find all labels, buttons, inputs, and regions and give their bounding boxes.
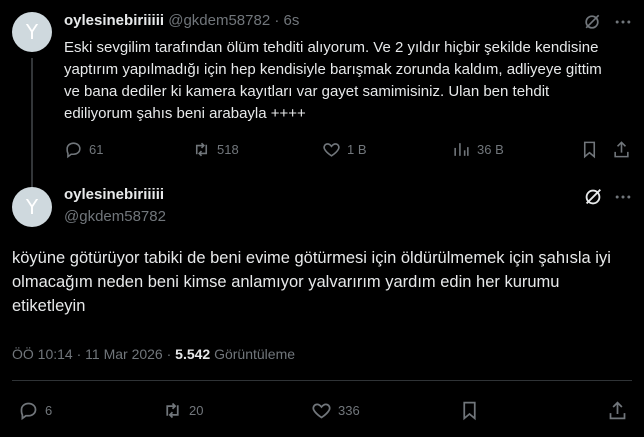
share-icon <box>614 141 629 158</box>
divider <box>12 380 632 381</box>
like-count: 1 B <box>347 142 367 157</box>
avatar-letter: Y <box>25 20 39 44</box>
share-button[interactable] <box>607 400 628 421</box>
repost-button[interactable]: 20 <box>162 400 203 421</box>
grok-button[interactable] <box>582 186 604 208</box>
avatar[interactable]: Y <box>12 12 52 52</box>
grok-icon <box>585 189 601 205</box>
avatar-letter: Y <box>25 195 39 219</box>
bookmark-button[interactable] <box>580 140 599 159</box>
thread-line <box>31 58 33 188</box>
post-time[interactable]: 6s <box>284 12 300 29</box>
views-button[interactable]: 36 B <box>452 140 504 159</box>
post-timestamp[interactable]: ÖÖ 10:14 · 11 Mar 2026 · <box>12 346 175 362</box>
heart-icon <box>323 143 340 157</box>
post-text: köyüne götürüyor tabiki de beni evime gö… <box>12 249 611 315</box>
views-label: Görüntüleme <box>210 346 296 362</box>
post-meta: ÖÖ 10:14 · 11 Mar 2026 · 5.542 Görüntüle… <box>12 346 295 362</box>
reply-icon <box>20 402 37 421</box>
bookmark-button[interactable] <box>459 400 480 421</box>
author-name[interactable]: oylesinebiriiiii <box>64 186 164 203</box>
repost-button[interactable]: 518 <box>192 140 239 159</box>
repost-count: 518 <box>217 142 239 157</box>
views-count: 36 B <box>477 142 504 157</box>
heart-icon <box>312 403 331 419</box>
like-button[interactable]: 336 <box>311 400 360 421</box>
like-button[interactable]: 1 B <box>322 140 367 159</box>
author-handle[interactable]: @gkdem58782 <box>168 12 270 29</box>
avatar[interactable]: Y <box>12 187 52 227</box>
post-header: oylesinebiriiiii @gkdem58782 · 6s <box>64 12 299 29</box>
repost-count: 20 <box>189 403 204 418</box>
reply-count: 6 <box>45 403 53 418</box>
like-count: 336 <box>338 403 360 418</box>
grok-icon <box>585 14 600 29</box>
post-text: Eski sevgilim tarafından ölüm tehditi al… <box>64 39 602 122</box>
reply-button[interactable]: 61 <box>64 140 103 159</box>
grok-button[interactable] <box>582 12 602 32</box>
repost-icon <box>166 402 179 419</box>
share-icon <box>609 401 626 420</box>
bookmark-icon <box>583 141 596 159</box>
author-handle[interactable]: @gkdem58782 <box>64 208 166 225</box>
more-button[interactable] <box>613 12 633 32</box>
more-icon <box>615 195 631 199</box>
reply-button[interactable]: 6 <box>18 400 52 421</box>
separator-dot: · <box>274 12 280 29</box>
share-button[interactable] <box>612 140 631 159</box>
author-name[interactable]: oylesinebiriiiii <box>64 12 164 29</box>
views-icon <box>454 143 469 156</box>
view-count: 5.542 <box>175 346 211 362</box>
repost-icon <box>195 142 208 157</box>
bookmark-icon <box>463 401 476 421</box>
reply-count: 61 <box>89 142 104 157</box>
more-button[interactable] <box>613 187 633 207</box>
more-icon <box>615 20 631 24</box>
reply-icon <box>66 142 81 159</box>
